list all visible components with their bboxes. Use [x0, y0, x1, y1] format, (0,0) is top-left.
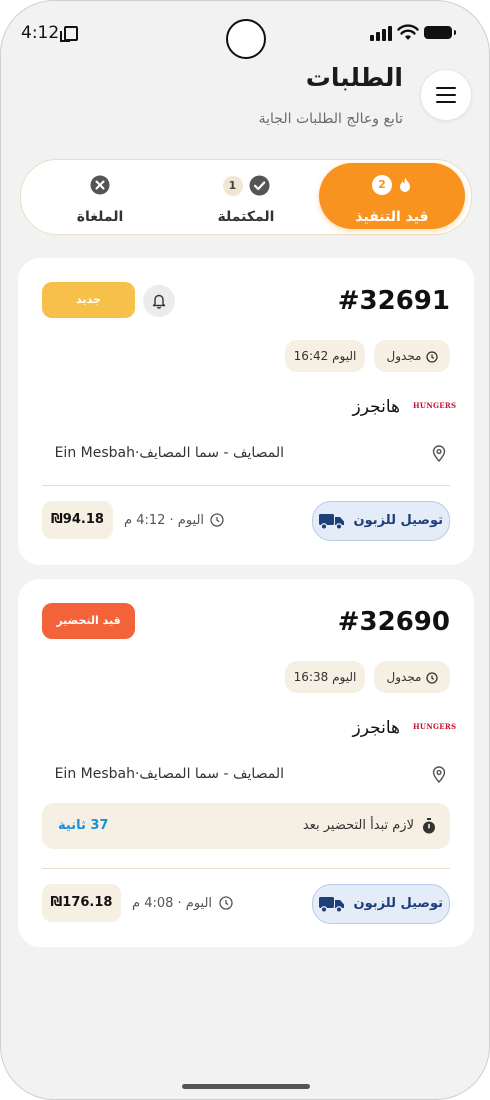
page-title: الطلبات	[305, 63, 403, 92]
tab-count-badge: 1	[222, 175, 243, 196]
order-time: اليوم · 4:12 م	[124, 513, 205, 528]
prep-countdown-box: لازم تبدأ التحضير بعد 37 ثانية	[42, 803, 450, 849]
prep-countdown: 37 ثانية	[58, 818, 109, 833]
scheduled-chip: مجدول	[374, 340, 450, 372]
stopwatch-icon	[423, 818, 435, 834]
hamburger-menu-icon	[436, 87, 456, 89]
fire-icon	[400, 177, 410, 192]
status-time: 4:12	[21, 23, 60, 43]
tab-label: المكتملة	[217, 209, 275, 225]
order-number: #32691	[337, 286, 450, 316]
order-card[interactable]: #32690 قيد التحضير مجدول اليوم 16:38 HUN…	[18, 579, 474, 947]
delivery-label: توصيل للزبون	[353, 513, 443, 528]
battery-icon	[424, 26, 456, 39]
delivery-address: المصايف - سما المصايف·Ein Mesbah	[54, 445, 284, 461]
order-number: #32690	[337, 607, 450, 637]
wifi-icon	[397, 24, 419, 40]
tab-count-badge: 2	[372, 175, 392, 195]
restaurant-name: هانجرز	[352, 397, 400, 417]
scheduled-label: مجدول	[386, 349, 422, 363]
phone-frame: 4:12 الطلبات تابع وعالج الطلبات الجاية 2…	[0, 0, 490, 1100]
notify-button[interactable]	[143, 285, 175, 317]
signal-icon	[370, 25, 394, 41]
delivery-label: توصيل للزبون	[353, 896, 443, 911]
clipboard-icon	[60, 26, 78, 42]
home-indicator[interactable]	[182, 1084, 310, 1089]
menu-button[interactable]	[420, 69, 472, 121]
scheduled-chip: مجدول	[374, 661, 450, 693]
clock-icon	[210, 513, 224, 527]
delivery-type-button[interactable]: توصيل للزبون	[312, 501, 450, 541]
delivery-address: المصايف - سما المصايف·Ein Mesbah	[54, 766, 284, 782]
status-tabs: 2 قيد التنفيذ 1 المكتملة الملغاة	[20, 159, 472, 235]
order-card[interactable]: #32691 جديد مجدول اليوم 16:42 HUNGERS ها…	[18, 258, 474, 565]
restaurant-name: هانجرز	[352, 718, 400, 738]
status-badge: قيد التحضير	[42, 603, 135, 639]
clock-icon	[425, 671, 438, 684]
page-subtitle: تابع وعالج الطلبات الجاية	[258, 111, 403, 127]
location-pin-icon	[432, 766, 446, 783]
clock-icon	[219, 896, 233, 910]
prep-note: لازم تبدأ التحضير بعد	[302, 818, 414, 833]
scheduled-time-chip: اليوم 16:42	[285, 340, 365, 372]
camera-notch	[226, 19, 266, 59]
status-badge: جديد	[42, 282, 135, 318]
tab-label: قيد التنفيذ	[355, 209, 429, 225]
order-price: ₪176.18	[42, 884, 121, 922]
order-time: اليوم · 4:08 م	[132, 896, 213, 911]
clock-icon	[425, 350, 438, 363]
divider	[42, 868, 450, 869]
restaurant-logo: HUNGERS	[413, 722, 457, 731]
tab-in-progress[interactable]: 2 قيد التنفيذ	[319, 163, 465, 229]
x-circle-icon	[90, 175, 110, 195]
truck-icon	[319, 513, 345, 530]
delivery-type-button[interactable]: توصيل للزبون	[312, 884, 450, 924]
restaurant-logo: HUNGERS	[413, 401, 457, 410]
tab-cancelled[interactable]: الملغاة	[27, 163, 173, 229]
check-circle-icon	[249, 175, 269, 196]
location-pin-icon	[432, 445, 446, 462]
scheduled-time-chip: اليوم 16:38	[285, 661, 365, 693]
tab-completed[interactable]: 1 المكتملة	[173, 163, 319, 229]
order-price: ₪94.18	[42, 501, 113, 539]
tab-label: الملغاة	[76, 209, 124, 225]
divider	[42, 485, 450, 486]
truck-icon	[319, 896, 345, 913]
scheduled-label: مجدول	[386, 670, 422, 684]
bell-icon	[152, 294, 166, 309]
